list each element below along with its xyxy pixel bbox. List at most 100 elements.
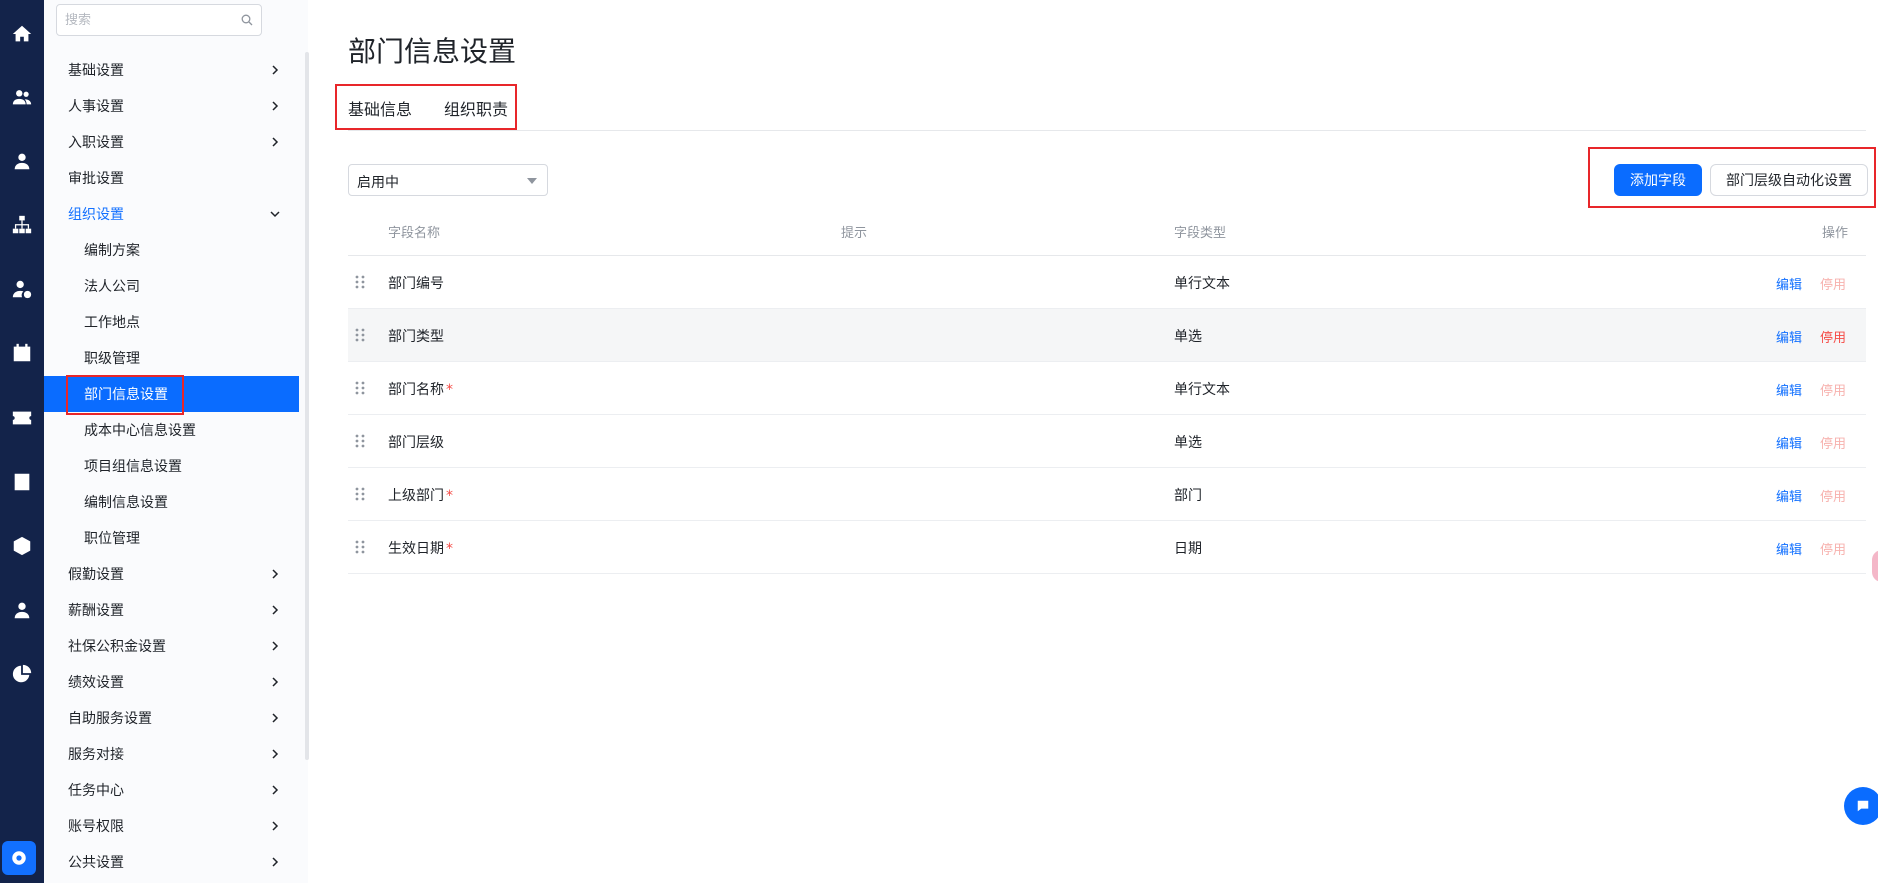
sidebar-item-basic[interactable]: 基础设置 bbox=[44, 52, 299, 88]
sidebar-item-integration[interactable]: 服务对接 bbox=[44, 736, 299, 772]
disable-link[interactable]: 停用 bbox=[1820, 327, 1846, 346]
page-title: 部门信息设置 bbox=[348, 35, 517, 68]
sidebar-item-position[interactable]: 职位管理 bbox=[44, 520, 299, 556]
status-filter-select[interactable]: 启用中 bbox=[348, 164, 548, 196]
people-icon[interactable] bbox=[0, 75, 44, 119]
sidebar-item-label: 项目组信息设置 bbox=[84, 459, 182, 475]
sidebar-item-label: 绩效设置 bbox=[68, 675, 124, 691]
sidebar-item-label: 社保公积金设置 bbox=[68, 639, 166, 655]
chevron-right-icon bbox=[272, 65, 279, 75]
sidebar-item-label: 组织设置 bbox=[68, 207, 124, 223]
drag-handle-icon[interactable] bbox=[354, 381, 366, 395]
sidebar-item-cost-center[interactable]: 成本中心信息设置 bbox=[44, 412, 299, 448]
disable-link[interactable]: 停用 bbox=[1820, 433, 1846, 452]
disable-link[interactable]: 停用 bbox=[1820, 274, 1846, 293]
required-mark: * bbox=[446, 382, 453, 398]
help-chat-button[interactable] bbox=[1844, 787, 1878, 825]
column-header-actions: 操作 bbox=[1822, 226, 1849, 241]
sidebar-item-common[interactable]: 公共设置 bbox=[44, 844, 299, 880]
sidebar-item-label: 审批设置 bbox=[68, 171, 124, 187]
edit-link[interactable]: 编辑 bbox=[1776, 486, 1802, 505]
edit-link[interactable]: 编辑 bbox=[1776, 327, 1802, 346]
search-box[interactable] bbox=[56, 4, 262, 36]
ticket-icon[interactable] bbox=[0, 396, 44, 440]
sidebar-item-attendance[interactable]: 假勤设置 bbox=[44, 556, 299, 592]
cube-icon[interactable] bbox=[0, 524, 44, 568]
sidebar-item-approval[interactable]: 审批设置 bbox=[44, 160, 299, 196]
sidebar-item-label: 法人公司 bbox=[84, 279, 140, 295]
sidebar-item-work-location[interactable]: 工作地点 bbox=[44, 304, 299, 340]
search-input[interactable] bbox=[65, 5, 235, 35]
field-type: 日期 bbox=[1174, 541, 1202, 557]
edit-link[interactable]: 编辑 bbox=[1776, 274, 1802, 293]
sidebar-item-dept-info[interactable]: 部门信息设置 bbox=[44, 376, 299, 412]
disable-link[interactable]: 停用 bbox=[1820, 539, 1846, 558]
calendar-icon[interactable] bbox=[0, 331, 44, 375]
edit-link[interactable]: 编辑 bbox=[1776, 539, 1802, 558]
sidebar-item-label: 薪酬设置 bbox=[68, 603, 124, 619]
edit-link[interactable]: 编辑 bbox=[1776, 433, 1802, 452]
sidebar-item-label: 假勤设置 bbox=[68, 567, 124, 583]
org-chart-icon[interactable] bbox=[0, 203, 44, 247]
sidebar-item-label: 部门信息设置 bbox=[84, 387, 168, 403]
sidenav-scrollbar[interactable] bbox=[305, 52, 309, 760]
drag-handle-icon[interactable] bbox=[354, 487, 366, 501]
add-field-button[interactable]: 添加字段 bbox=[1614, 164, 1702, 196]
sidebar-item-self-service[interactable]: 自助服务设置 bbox=[44, 700, 299, 736]
table-row: 部门类型 单选 编辑 停用 bbox=[348, 309, 1866, 362]
sidebar-item-label: 入职设置 bbox=[68, 135, 124, 151]
pie-chart-icon[interactable] bbox=[0, 652, 44, 696]
drag-handle-icon[interactable] bbox=[354, 434, 366, 448]
disable-link[interactable]: 停用 bbox=[1820, 380, 1846, 399]
table-row: 部门名称 * 单行文本 编辑 停用 bbox=[348, 362, 1866, 415]
chevron-right-icon bbox=[272, 749, 279, 759]
search-icon[interactable] bbox=[241, 14, 253, 26]
settings-sidenav: 基础设置 人事设置 入职设置 审批设置 组织设置 编制方案 法人公司 工作地点 … bbox=[44, 0, 309, 883]
field-name: 部门层级 bbox=[388, 435, 444, 451]
chat-icon bbox=[1857, 800, 1869, 812]
sidebar-item-social-insurance[interactable]: 社保公积金设置 bbox=[44, 628, 299, 664]
table-row: 上级部门 * 部门 编辑 停用 bbox=[348, 468, 1866, 521]
edit-link[interactable]: 编辑 bbox=[1776, 380, 1802, 399]
drag-handle-icon[interactable] bbox=[354, 540, 366, 554]
sidebar-item-project-group[interactable]: 项目组信息设置 bbox=[44, 448, 299, 484]
sidebar-item-job-level[interactable]: 职级管理 bbox=[44, 340, 299, 376]
status-filter-value: 启用中 bbox=[357, 175, 399, 191]
sidebar-item-account-permission[interactable]: 账号权限 bbox=[44, 808, 299, 844]
drag-handle-icon[interactable] bbox=[354, 275, 366, 289]
sidebar-item-headcount-plan[interactable]: 编制方案 bbox=[44, 232, 299, 268]
sidebar-item-payroll[interactable]: 薪酬设置 bbox=[44, 592, 299, 628]
column-header-field-name: 字段名称 bbox=[388, 226, 441, 241]
report-icon[interactable] bbox=[0, 460, 44, 504]
chevron-right-icon bbox=[272, 641, 279, 651]
dept-level-automation-button[interactable]: 部门层级自动化设置 bbox=[1710, 164, 1868, 196]
disable-link[interactable]: 停用 bbox=[1820, 486, 1846, 505]
sidebar-item-hr[interactable]: 人事设置 bbox=[44, 88, 299, 124]
person-icon[interactable] bbox=[0, 139, 44, 183]
sidebar-item-legal-entity[interactable]: 法人公司 bbox=[44, 268, 299, 304]
side-drawer-handle[interactable] bbox=[1872, 550, 1878, 582]
tab-basic-info[interactable]: 基础信息 bbox=[348, 96, 412, 120]
chevron-right-icon bbox=[272, 605, 279, 615]
user-icon[interactable] bbox=[0, 588, 44, 632]
tab-org-duty[interactable]: 组织职责 bbox=[444, 96, 508, 120]
required-mark: * bbox=[446, 488, 453, 504]
sidebar-item-label: 基础设置 bbox=[68, 63, 124, 79]
drag-handle-icon[interactable] bbox=[354, 328, 366, 342]
sidebar-item-label: 公共设置 bbox=[68, 855, 124, 871]
sidebar-item-onboarding[interactable]: 入职设置 bbox=[44, 124, 299, 160]
sidebar-item-task-center[interactable]: 任务中心 bbox=[44, 772, 299, 808]
sidebar-item-org[interactable]: 组织设置 bbox=[44, 196, 299, 232]
settings-icon[interactable] bbox=[2, 841, 36, 875]
sidebar-item-performance[interactable]: 绩效设置 bbox=[44, 664, 299, 700]
field-name: 上级部门 * bbox=[388, 488, 453, 504]
chevron-right-icon bbox=[272, 857, 279, 867]
sidebar-item-headcount-info[interactable]: 编制信息设置 bbox=[44, 484, 299, 520]
sidebar-item-label: 服务对接 bbox=[68, 747, 124, 763]
field-type: 单行文本 bbox=[1174, 276, 1230, 292]
column-header-hint: 提示 bbox=[841, 226, 868, 241]
field-type: 单选 bbox=[1174, 435, 1202, 451]
person-settings-icon[interactable] bbox=[0, 267, 44, 311]
chevron-right-icon bbox=[272, 677, 279, 687]
home-icon[interactable] bbox=[0, 12, 44, 56]
